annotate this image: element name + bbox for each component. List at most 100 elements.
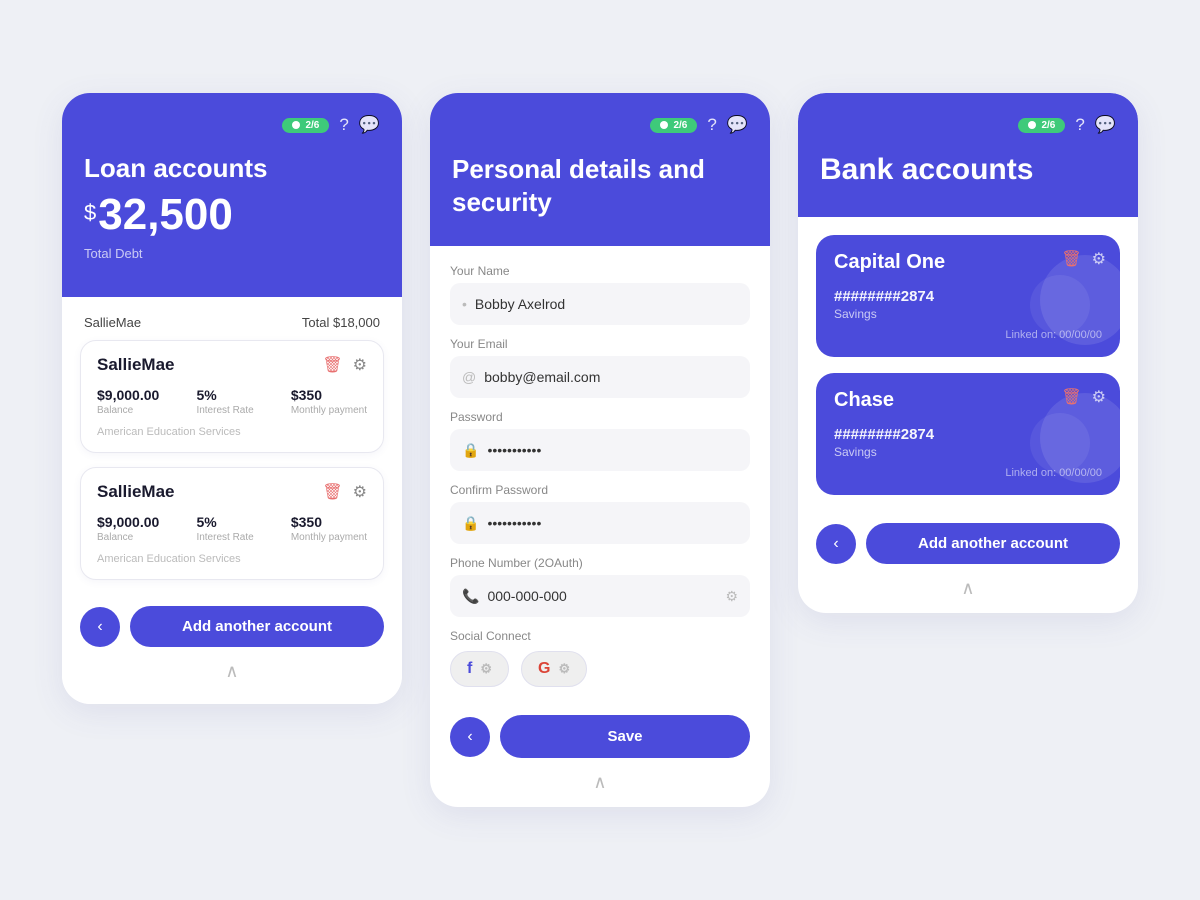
confirm-field-label: Confirm Password xyxy=(450,483,750,497)
back-button-1[interactable]: ‹ xyxy=(80,607,120,647)
password-lock-icon: 🔒 xyxy=(462,442,479,459)
payment-label: Monthly payment xyxy=(291,405,367,416)
bank-body: 🗑 ⚙ Capital One ########2874 Savings Lin… xyxy=(798,217,1138,613)
screen1-title: Loan accounts xyxy=(84,153,380,184)
phone-input[interactable] xyxy=(487,588,717,604)
header-top-row: 2/6 ? 💬 xyxy=(84,115,380,135)
settings-account-2-icon[interactable]: ⚙ xyxy=(353,482,367,502)
chat-icon[interactable]: 💬 xyxy=(359,115,380,135)
toggle-dot xyxy=(292,121,300,129)
rate-stat-2: 5% Interest Rate xyxy=(196,514,253,543)
bank-card-2-number: ########2874 xyxy=(834,426,1102,443)
name-input[interactable] xyxy=(475,296,738,312)
phone-settings-icon[interactable]: ⚙ xyxy=(725,588,738,605)
rate-label: Interest Rate xyxy=(196,405,253,416)
loan-header: 2/6 ? 💬 Loan accounts $ 32,500 Total Deb… xyxy=(62,93,402,297)
name-user-icon: • xyxy=(462,296,467,312)
phone-field-label: Phone Number (2OAuth) xyxy=(450,556,750,570)
confirm-input-wrapper: 🔒 xyxy=(450,502,750,544)
rate-value: 5% xyxy=(196,387,253,403)
delete-bank-card-2-icon[interactable]: 🗑 xyxy=(1061,387,1081,407)
payment-label-2: Monthly payment xyxy=(291,532,367,543)
google-connect-button[interactable]: G ⚙ xyxy=(521,651,587,687)
bank-card-1-circle2 xyxy=(1030,275,1090,335)
chevron-up-2[interactable]: ∧ xyxy=(450,764,750,797)
chevron-up-1[interactable]: ∧ xyxy=(80,653,384,686)
payment-stat-2: $350 Monthly payment xyxy=(291,514,367,543)
google-icon: G xyxy=(538,660,550,678)
rate-label-2: Interest Rate xyxy=(196,532,253,543)
personal-header-top: 2/6 ? 💬 xyxy=(452,115,748,135)
email-at-icon: @ xyxy=(462,369,476,385)
confirm-input[interactable] xyxy=(487,515,738,531)
settings-bank-card-1-icon[interactable]: ⚙ xyxy=(1092,249,1106,269)
screen1-bottom-actions: ‹ Add another account xyxy=(80,594,384,653)
loan-subtitle: Total Debt xyxy=(84,246,380,261)
section-name: SallieMae xyxy=(84,315,141,330)
chat-icon-3[interactable]: 💬 xyxy=(1095,115,1116,135)
section-total: Total $18,000 xyxy=(302,315,380,330)
bank-card-1-number: ########2874 xyxy=(834,288,1102,305)
question-icon-3[interactable]: ? xyxy=(1075,115,1084,135)
account-card-1-header: SallieMae 🗑 ⚙ xyxy=(97,355,367,375)
phone-icon: 📞 xyxy=(462,588,479,605)
section-header: SallieMae Total $18,000 xyxy=(80,297,384,340)
rate-value-2: 5% xyxy=(196,514,253,530)
toggle-pill-3: 2/6 xyxy=(1018,118,1065,133)
amount-value: 32,500 xyxy=(98,190,233,240)
facebook-icon: f xyxy=(467,660,472,678)
back-button-2[interactable]: ‹ xyxy=(450,717,490,757)
payment-value-2: $350 xyxy=(291,514,367,530)
bank-card-2: 🗑 ⚙ Chase ########2874 Savings Linked on… xyxy=(816,373,1120,495)
balance-value: $9,000.00 xyxy=(97,387,159,403)
add-account-button-1[interactable]: Add another account xyxy=(130,606,384,647)
facebook-gear-icon: ⚙ xyxy=(480,661,492,677)
question-icon[interactable]: ? xyxy=(339,115,348,135)
name-field-label: Your Name xyxy=(450,264,750,278)
rate-stat: 5% Interest Rate xyxy=(196,387,253,416)
question-icon-2[interactable]: ? xyxy=(707,115,716,135)
password-input-wrapper: 🔒 xyxy=(450,429,750,471)
toggle-dot-2 xyxy=(660,121,668,129)
bank-header: 2/6 ? 💬 Bank accounts xyxy=(798,93,1138,217)
bank-card-1: 🗑 ⚙ Capital One ########2874 Savings Lin… xyxy=(816,235,1120,357)
bank-title: Bank accounts xyxy=(820,153,1116,187)
settings-bank-card-2-icon[interactable]: ⚙ xyxy=(1092,387,1106,407)
settings-account-1-icon[interactable]: ⚙ xyxy=(353,355,367,375)
screen3-bottom-actions: ‹ Add another account xyxy=(816,511,1120,570)
payment-stat: $350 Monthly payment xyxy=(291,387,367,416)
balance-stat-2: $9,000.00 Balance xyxy=(97,514,159,543)
save-button[interactable]: Save xyxy=(500,715,750,758)
account-2-name: SallieMae xyxy=(97,482,175,502)
toggle-pill-2: 2/6 xyxy=(650,118,697,133)
delete-account-2-icon[interactable]: 🗑 xyxy=(322,482,342,502)
dollar-sign: $ xyxy=(84,200,96,226)
balance-label: Balance xyxy=(97,405,159,416)
account-1-provider: American Education Services xyxy=(97,426,367,438)
bank-card-1-actions: 🗑 ⚙ xyxy=(1061,249,1106,269)
google-gear-icon: ⚙ xyxy=(558,661,570,677)
balance-label-2: Balance xyxy=(97,532,159,543)
delete-account-1-icon[interactable]: 🗑 xyxy=(322,355,342,375)
password-field-label: Password xyxy=(450,410,750,424)
account-card-2: SallieMae 🗑 ⚙ $9,000.00 Balance 5% Inter… xyxy=(80,467,384,580)
chevron-up-3[interactable]: ∧ xyxy=(816,570,1120,603)
delete-bank-card-1-icon[interactable]: 🗑 xyxy=(1061,249,1081,269)
password-input[interactable] xyxy=(487,442,738,458)
account-1-name: SallieMae xyxy=(97,355,175,375)
facebook-connect-button[interactable]: f ⚙ xyxy=(450,651,509,687)
add-bank-account-button[interactable]: Add another account xyxy=(866,523,1120,564)
chat-icon-2[interactable]: 💬 xyxy=(727,115,748,135)
account-2-provider: American Education Services xyxy=(97,553,367,565)
bank-accounts-screen: 2/6 ? 💬 Bank accounts 🗑 ⚙ Capital One ##… xyxy=(798,93,1138,613)
email-input[interactable] xyxy=(484,369,738,385)
payment-value: $350 xyxy=(291,387,367,403)
account-2-stats: $9,000.00 Balance 5% Interest Rate $350 … xyxy=(97,514,367,543)
loan-amount: $ 32,500 xyxy=(84,190,380,240)
screen2-bottom-actions: ‹ Save xyxy=(450,703,750,764)
toggle-label-3: 2/6 xyxy=(1041,120,1055,131)
personal-form-body: Your Name • Your Email @ Password 🔒 Conf… xyxy=(430,246,770,807)
confirm-lock-icon: 🔒 xyxy=(462,515,479,532)
back-button-3[interactable]: ‹ xyxy=(816,524,856,564)
account-1-stats: $9,000.00 Balance 5% Interest Rate $350 … xyxy=(97,387,367,416)
